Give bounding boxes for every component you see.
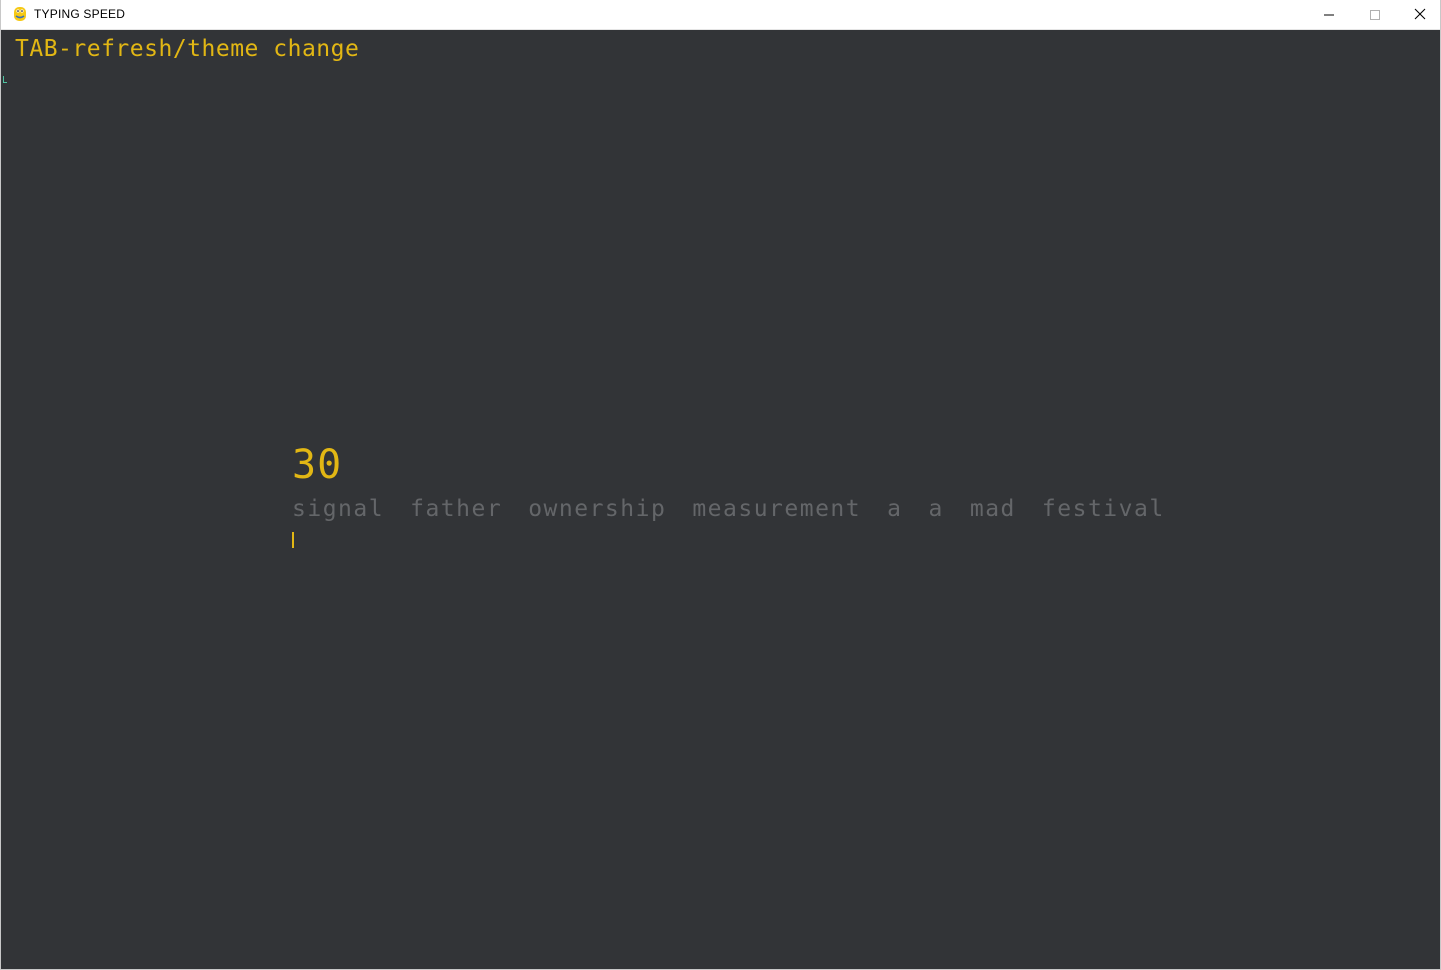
window-title: TYPING SPEED [34, 7, 126, 21]
target-word: festival [1041, 496, 1165, 522]
target-word: signal [292, 496, 385, 522]
maximize-button[interactable] [1352, 0, 1398, 29]
title-bar[interactable]: TYPING SPEED [1, 0, 1440, 30]
refresh-hint: TAB-refresh/theme change [15, 36, 360, 62]
countdown-timer: 30 [292, 442, 343, 488]
maximize-icon [1370, 5, 1380, 24]
game-canvas[interactable]: TAB-refresh/theme change 30 signal father… [2, 30, 1440, 969]
app-window: TYPING SPEED TAB-refresh/theme change 30… [0, 0, 1441, 970]
corner-marker [3, 76, 7, 83]
target-word: a [887, 496, 903, 522]
close-button[interactable] [1397, 0, 1441, 29]
minimize-button[interactable] [1306, 0, 1352, 29]
text-caret [292, 532, 294, 548]
target-word: ownership [528, 496, 667, 522]
minimize-icon [1324, 5, 1334, 24]
pygame-snake-icon [12, 6, 28, 22]
target-word: measurement [692, 496, 862, 522]
target-word: father [410, 496, 503, 522]
close-icon [1414, 5, 1426, 24]
word-list: signal father ownership measurement a a mad fes… [292, 496, 1191, 522]
target-word: mad [969, 496, 1016, 522]
target-word: a [928, 496, 944, 522]
